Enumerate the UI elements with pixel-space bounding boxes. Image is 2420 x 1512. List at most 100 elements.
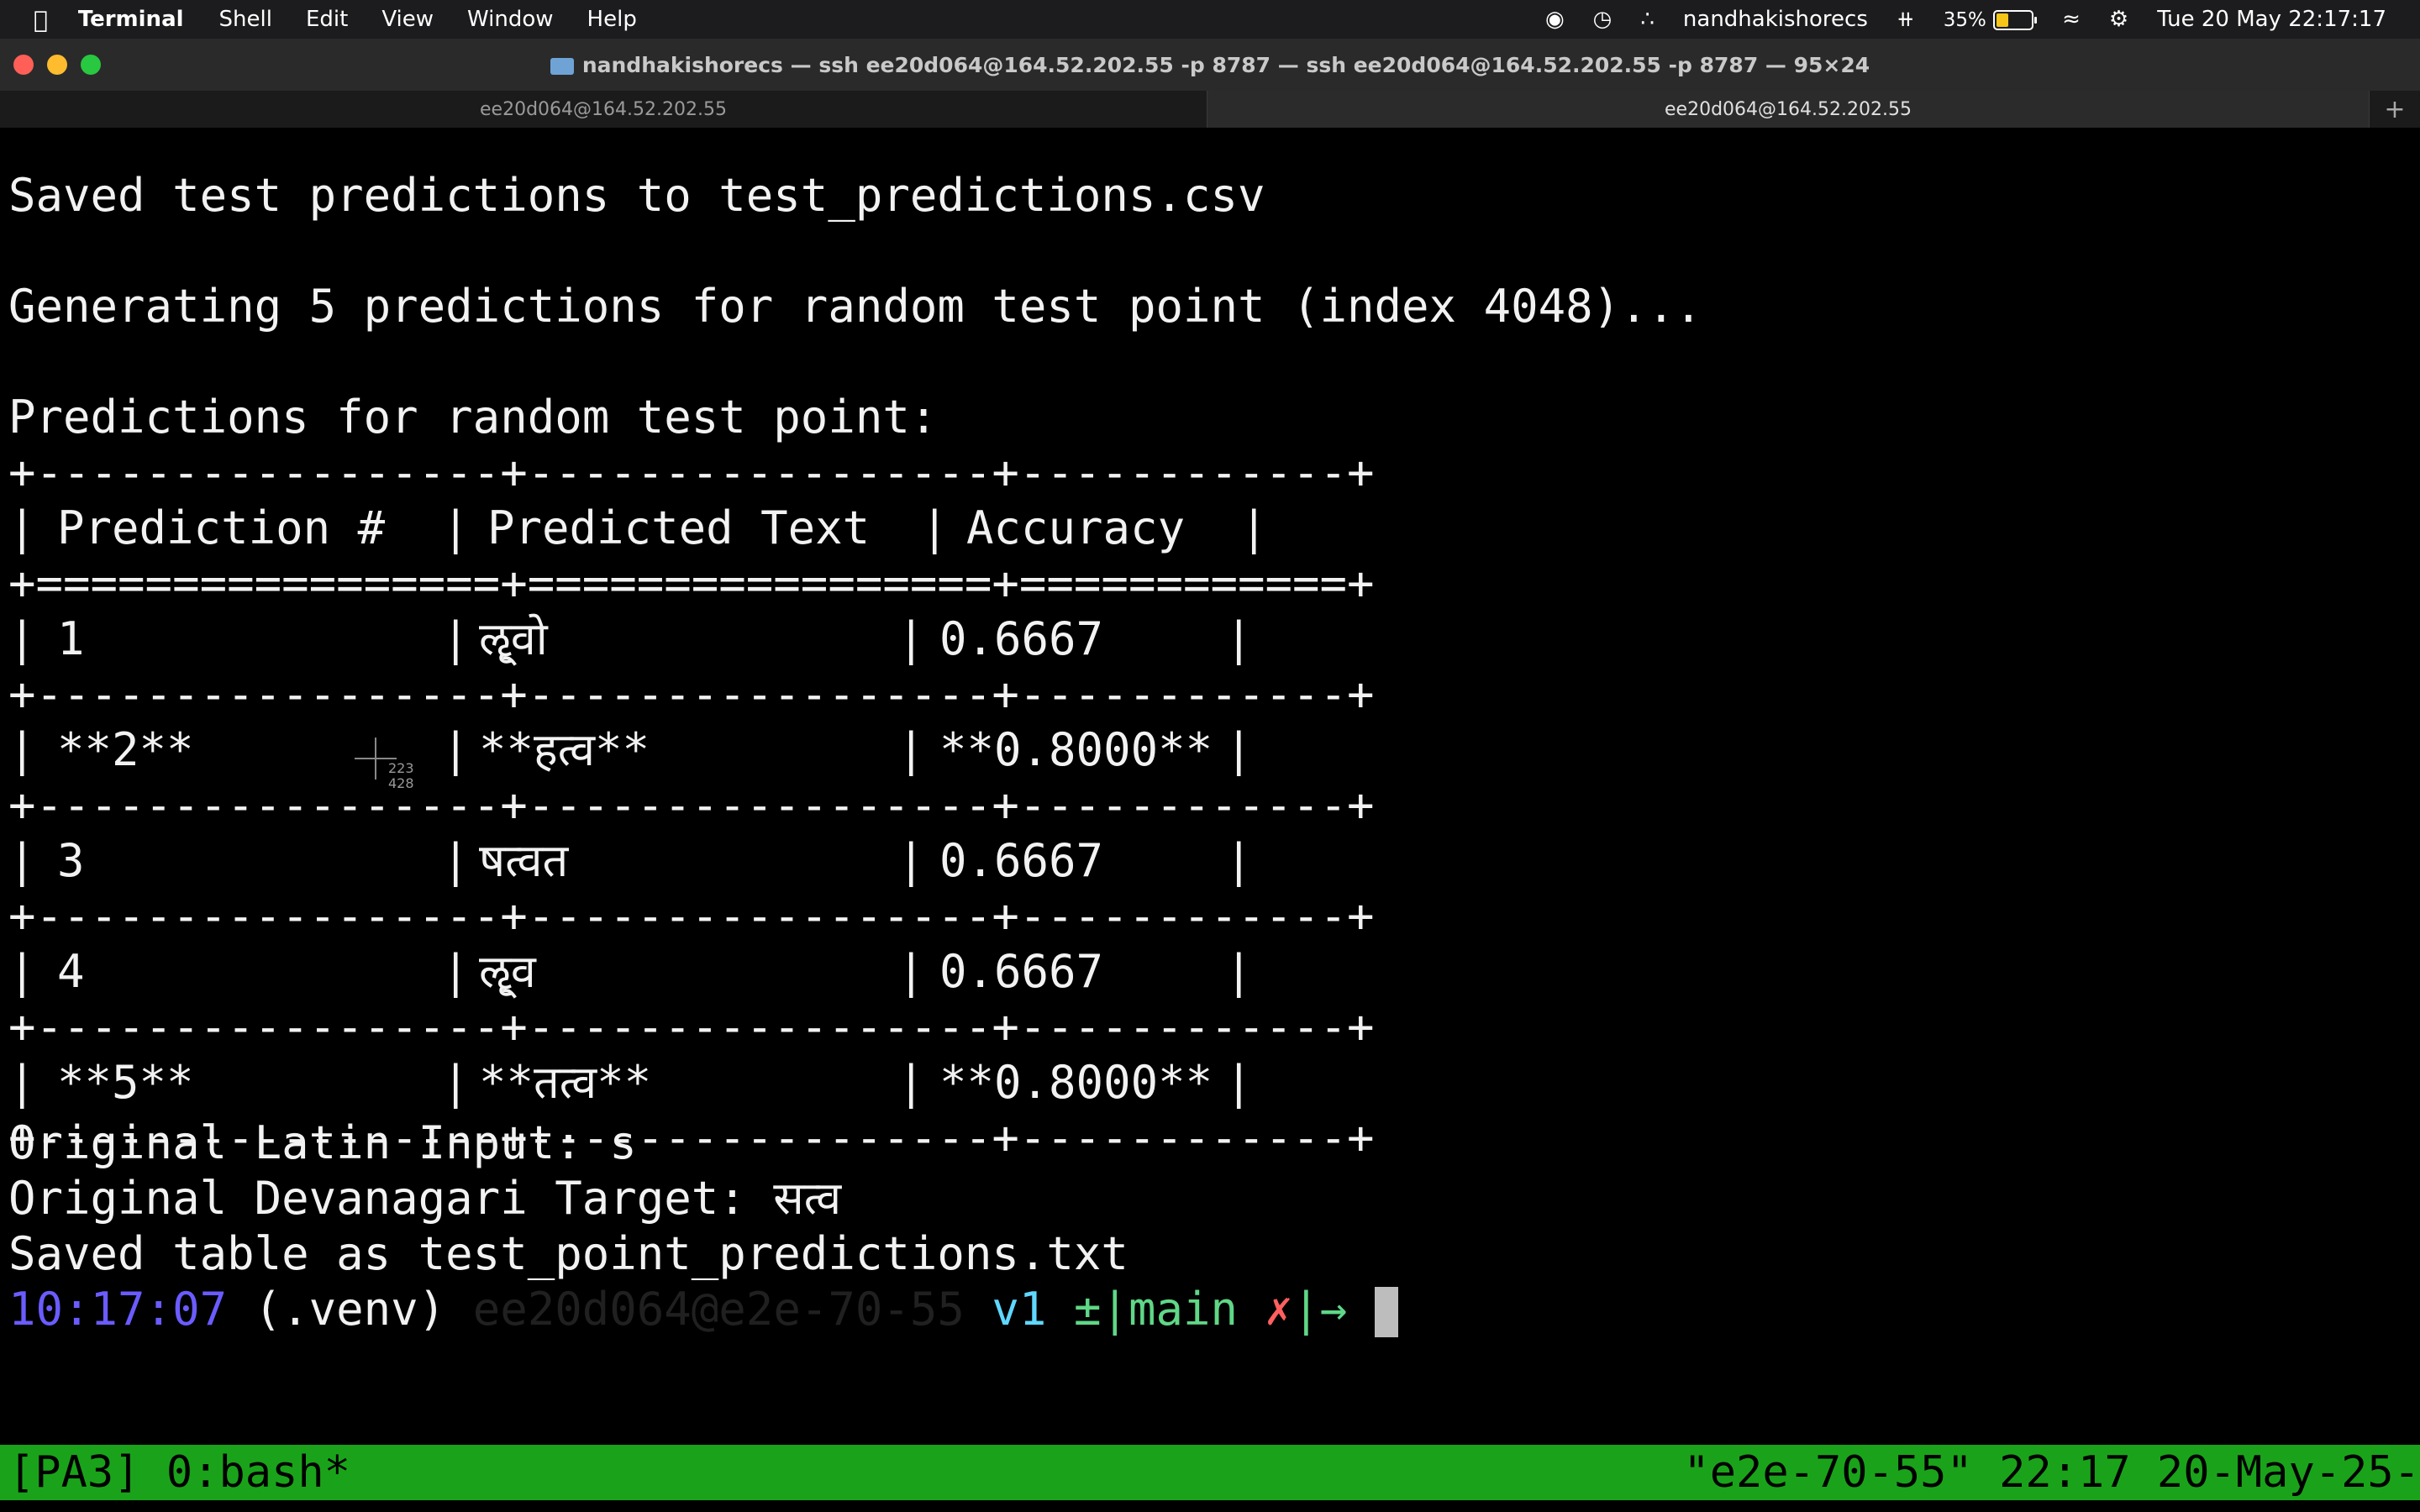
shell-prompt[interactable]: 10:17:07 (.venv) ee20d064@e2e-70-55 v1 ±… [8,1282,1398,1338]
battery-icon [1993,9,2038,30]
table-separator: | [897,945,925,998]
crosshair-y: 428 [388,775,414,791]
prompt-arrow: |→ [1292,1283,1348,1336]
prompt-venv: (.venv) [254,1283,446,1336]
prediction-number: 3 [57,834,85,887]
table-separator: | [1225,945,1253,998]
output-line: Original Devanagari Target: सत्व [8,1172,842,1225]
tab-label: ee20d064@164.52.202.55 [1665,98,1912,120]
prediction-number: **5** [57,1056,194,1109]
terminal-content[interactable]: Saved test predictions to test_predictio… [0,128,2420,1512]
tab-label: ee20d064@164.52.202.55 [480,98,727,120]
predicted-text: षत्वत [479,834,569,887]
table-border: +-----------------+-----------------+---… [8,779,1375,832]
table-separator: | [8,723,36,776]
crosshair-cursor: 223 428 [355,738,414,791]
table-separator: | [921,501,949,554]
tmux-status-right: "e2e-70-55" 22:17 20-May-25- [1683,1447,2420,1498]
battery-percent: 35% [1943,9,1986,31]
prediction-accuracy: **0.8000** [939,1056,1213,1109]
tmux-session[interactable]: [PA3] 0:bash* [8,1445,350,1500]
window-title: nandhakishorecs — ssh ee20d064@164.52.20… [581,52,1870,77]
predicted-text: ॡ्वो [479,612,548,665]
table-separator: | [1225,723,1253,776]
table-separator: | [8,945,36,998]
table-separator: | [897,612,925,665]
prediction-accuracy: 0.6667 [939,612,1104,665]
circle-app-icon[interactable]: ◉ [1545,7,1565,32]
table-header-accuracy: Accuracy [966,501,1186,554]
table-header-border: +=================+=================+===… [8,557,1375,610]
output-line: Predictions for random test point: [8,391,938,444]
tab-bar: ee20d064@164.52.202.55 ee20d064@164.52.2… [0,91,2420,129]
table-separator: | [442,834,470,887]
mic-muted-icon[interactable]: ⧺ [1897,7,1915,32]
status-area: ◉ ◷ ∴ nandhakishorecs ⧺ 35% ≈ ⚙ Tue 20 M… [1545,0,2386,39]
output-line: Saved test predictions to test_predictio… [8,169,1265,222]
dots-icon[interactable]: ∴ [1640,7,1655,32]
table-separator: | [8,1056,36,1109]
close-window-button[interactable] [13,55,34,75]
table-header-row: | [8,501,36,554]
title-bar[interactable]: nandhakishorecs — ssh ee20d064@164.52.20… [0,39,2420,91]
table-separator: | [1240,501,1268,554]
table-separator: | [1225,1056,1253,1109]
predicted-text: **हत्व** [479,723,650,776]
predicted-text: ॡ्व [479,945,536,998]
output-line: Generating 5 predictions for random test… [8,280,1702,333]
menu-app-terminal[interactable]: Terminal [78,7,184,32]
output-line: Saved table as test_point_predictions.tx… [8,1227,1128,1280]
new-tab-button[interactable]: + [2370,91,2420,128]
menu-view[interactable]: View [381,7,434,32]
table-border: +-----------------+-----------------+---… [8,668,1375,721]
table-separator: | [897,1056,925,1109]
table-separator: | [442,1056,470,1109]
table-separator: | [8,612,36,665]
prediction-number: 1 [57,612,85,665]
table-border: +-----------------+-----------------+---… [8,890,1375,942]
prompt-git-branch: ±|main [1073,1283,1239,1336]
table-separator: | [897,834,925,887]
prompt-dirty-mark: ✗ [1265,1283,1293,1336]
table-border: +-----------------+-----------------+---… [8,446,1375,499]
menu-edit[interactable]: Edit [306,7,348,32]
table-separator: | [1225,612,1253,665]
table-separator: | [442,945,470,998]
table-separator: | [442,612,470,665]
prediction-accuracy: 0.6667 [939,834,1104,887]
status-username[interactable]: nandhakishorecs [1683,7,1868,32]
table-separator: | [442,501,470,554]
table-separator: | [442,723,470,776]
prompt-version: v1 [992,1283,1047,1336]
battery-status[interactable]: 35% [1943,7,2038,32]
table-separator: | [897,723,925,776]
prediction-number: **2** [57,723,194,776]
table-border: +-----------------+-----------------+---… [8,1000,1375,1053]
tab-ssh-1[interactable]: ee20d064@164.52.202.55 [0,91,1207,128]
prediction-accuracy: **0.8000** [939,723,1213,776]
wifi-icon[interactable]: ≈ [2062,7,2081,32]
table-header-prediction: Prediction # [57,501,386,554]
tmux-status-bar: [PA3] 0:bash* "e2e-70-55" 22:17 20-May-2… [0,1445,2420,1500]
prediction-number: 4 [57,945,85,998]
prompt-time: 10:17:07 [8,1283,228,1336]
text-cursor [1374,1287,1398,1338]
control-center-icon[interactable]: ⚙ [2109,7,2128,32]
terminal-window: nandhakishorecs — ssh ee20d064@164.52.20… [0,39,2420,1512]
menu-shell[interactable]: Shell [219,7,272,32]
zoom-window-button[interactable] [81,55,101,75]
tab-ssh-2[interactable]: ee20d064@164.52.202.55 [1207,91,2370,128]
apple-logo-icon[interactable]:  [34,6,48,34]
prediction-accuracy: 0.6667 [939,945,1104,998]
folder-icon [550,58,574,75]
menu-window[interactable]: Window [467,7,554,32]
time-machine-icon[interactable]: ◷ [1593,7,1612,32]
menu-bar:  Terminal Shell Edit View Window Help ◉… [0,0,2420,39]
menubar-clock[interactable]: Tue 20 May 22:17:17 [2157,7,2386,32]
prompt-host: ee20d064@e2e-70-55 [472,1283,965,1336]
minimize-window-button[interactable] [47,55,67,75]
menu-help[interactable]: Help [587,7,637,32]
predicted-text: **तत्व** [479,1056,652,1109]
table-separator: | [1225,834,1253,887]
table-header-text: Predicted Text [487,501,871,554]
